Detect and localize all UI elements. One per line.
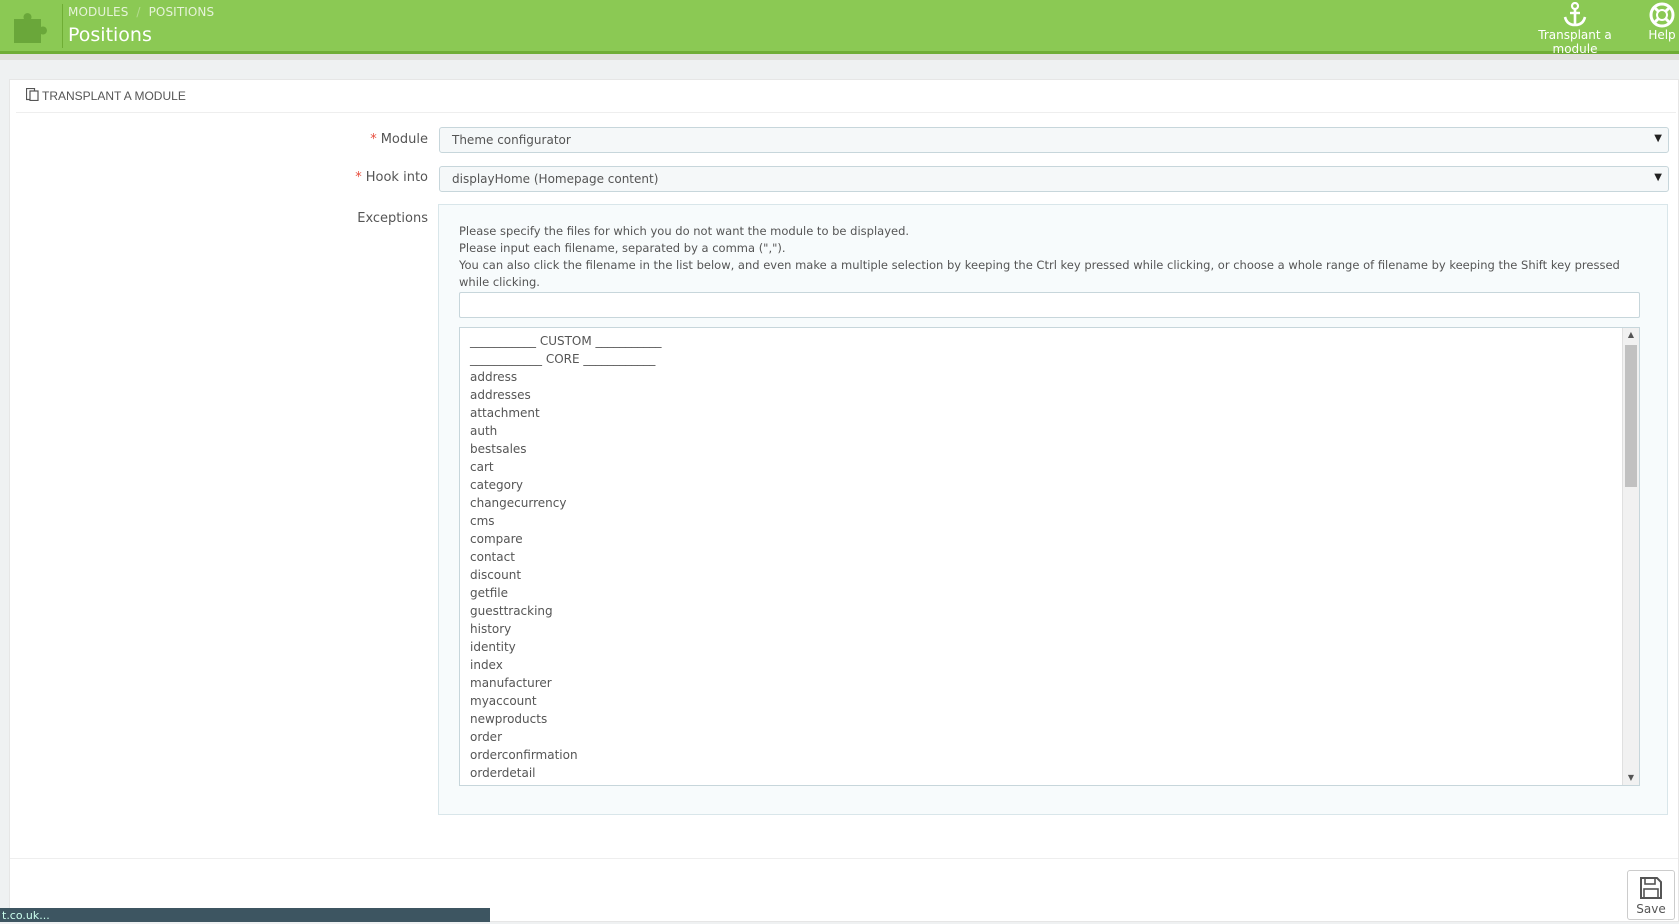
header-divider [62,4,63,48]
panel-footer-divider [10,858,1678,859]
chevron-down-icon: ▼ [1654,172,1662,183]
required-marker: * [370,132,377,147]
list-scrollbar[interactable]: ▲ ▼ [1622,328,1639,785]
lifebuoy-icon [1649,2,1675,28]
help-line: Please specify the files for which you d… [459,224,910,238]
list-item[interactable]: ____________ CORE ____________ [470,350,1639,368]
list-item[interactable]: auth [470,422,1639,440]
module-label: * Module [370,132,428,147]
chevron-down-icon: ▼ [1654,133,1662,144]
list-item[interactable]: category [470,476,1639,494]
page-title: Positions [68,24,152,46]
help-button[interactable]: Help [1645,2,1679,42]
hook-select[interactable]: displayHome (Homepage content) ▼ [439,166,1669,192]
header-bar: MODULES / POSITIONS Positions Transplant a… [0,0,1679,56]
list-item[interactable]: changecurrency [470,494,1639,512]
breadcrumb-modules[interactable]: MODULES [68,5,128,19]
help-label: Help [1648,28,1676,42]
header-shadow [0,54,1679,60]
exceptions-input[interactable] [459,292,1640,318]
breadcrumb-positions[interactable]: POSITIONS [149,5,215,19]
puzzle-icon [14,13,47,44]
exceptions-box: Please specify the files for which you d… [438,204,1668,815]
list-item[interactable]: addresses [470,386,1639,404]
list-item[interactable]: getfile [470,584,1639,602]
list-item[interactable]: bestsales [470,440,1639,458]
panel-title: TRANSPLANT A MODULE [42,89,186,103]
scroll-up-icon[interactable]: ▲ [1623,328,1639,342]
hook-label: * Hook into [355,170,428,185]
transplant-panel: TRANSPLANT A MODULE * Module Theme config… [9,79,1679,922]
list-item[interactable]: identity [470,638,1639,656]
list-item[interactable]: history [470,620,1639,638]
save-label: Save [1636,902,1666,916]
transplant-module-button[interactable]: Transplant a module [1515,2,1635,56]
anchor-icon [1563,2,1587,27]
help-line: Please input each filename, separated by… [459,241,786,255]
list-item[interactable]: newproducts [470,710,1639,728]
list-item[interactable]: orderconfirmation [470,746,1639,764]
breadcrumb: MODULES / POSITIONS [68,5,214,19]
list-item[interactable]: ___________ CUSTOM ___________ [470,332,1639,350]
list-item[interactable]: contact [470,548,1639,566]
transplant-icon [26,88,39,101]
list-item[interactable]: myaccount [470,692,1639,710]
exceptions-file-list[interactable]: ___________ CUSTOM ___________ _________… [459,327,1640,786]
list-item[interactable]: attachment [470,404,1639,422]
list-item[interactable]: orderdetail [470,764,1639,782]
list-item[interactable]: guesttracking [470,602,1639,620]
exceptions-help: Please specify the files for which you d… [459,223,1649,291]
list-item[interactable]: index [470,656,1639,674]
module-select-value: Theme configurator [452,133,571,147]
list-item[interactable]: manufacturer [470,674,1639,692]
save-button[interactable]: Save [1627,870,1675,920]
module-label-text: Module [380,132,428,147]
list-item[interactable]: order [470,728,1639,746]
help-line: You can also click the filename in the l… [459,258,1620,289]
list-item[interactable]: discount [470,566,1639,584]
panel-heading: TRANSPLANT A MODULE [16,80,1676,113]
hook-select-value: displayHome (Homepage content) [452,172,659,186]
module-select[interactable]: Theme configurator ▼ [439,127,1669,153]
list-item[interactable]: cms [470,512,1639,530]
required-marker: * [355,170,362,185]
list-item[interactable]: cart [470,458,1639,476]
list-item[interactable]: compare [470,530,1639,548]
hook-label-text: Hook into [365,170,428,185]
breadcrumb-separator: / [136,5,141,19]
transplant-module-label: Transplant a module [1538,28,1612,56]
scrollbar-thumb[interactable] [1625,345,1637,487]
floppy-disk-icon [1640,877,1662,899]
scroll-down-icon[interactable]: ▼ [1623,771,1639,785]
status-bar-url: t.co.uk... [0,908,490,922]
list-item[interactable]: address [470,368,1639,386]
exceptions-label: Exceptions [357,211,428,226]
